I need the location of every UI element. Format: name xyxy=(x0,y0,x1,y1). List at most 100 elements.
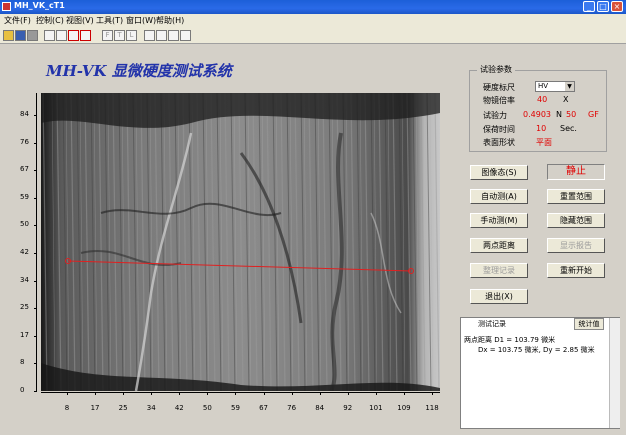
show-report-button[interactable]: 显示报告 xyxy=(547,238,605,253)
chart-icon[interactable] xyxy=(156,30,167,41)
x-tick-label: 17 xyxy=(90,404,100,412)
exit-button[interactable]: 退出(X) xyxy=(470,289,528,304)
hardness-label: 硬度标尺 xyxy=(483,83,515,92)
y-tick-mark xyxy=(34,197,37,199)
dwell-unit: Sec. xyxy=(560,124,577,133)
window-title: MH_VK_cT1 xyxy=(14,1,65,10)
record-line-2: Dx = 103.75 微米, Dy = 2.85 微米 xyxy=(478,346,595,354)
menu-tools[interactable]: 工具(T) xyxy=(96,15,123,26)
toolbar-t-button[interactable]: T xyxy=(114,30,125,41)
stats-button[interactable]: 统计值 xyxy=(574,318,604,330)
y-tick-label: 59 xyxy=(20,192,29,201)
toolbar: F T L xyxy=(0,27,626,44)
x-tick-mark xyxy=(67,392,68,395)
y-tick-mark xyxy=(34,391,37,392)
x-tick-label: 42 xyxy=(174,404,184,412)
force-gf-value: 50 xyxy=(566,110,577,119)
manual-measure-button[interactable]: 手动测(M) xyxy=(470,213,528,228)
app-title: MH-VK 显微硬度测试系统 xyxy=(46,62,232,80)
record-icon[interactable] xyxy=(68,30,79,41)
save-icon[interactable] xyxy=(15,30,26,41)
x-tick-mark xyxy=(263,392,265,395)
status-indicator: 静止 xyxy=(547,164,605,180)
restart-button[interactable]: 重新开始 xyxy=(547,263,605,278)
title-bar: MH_VK_cT1 _ □ × xyxy=(0,0,626,14)
x-tick-label: 109 xyxy=(397,404,411,412)
open-icon[interactable] xyxy=(3,30,14,41)
menu-help[interactable]: 帮助(H) xyxy=(156,15,184,26)
frame-icon[interactable] xyxy=(56,30,67,41)
toolbar-l-button[interactable]: L xyxy=(126,30,137,41)
menu-window[interactable]: 窗口(W) xyxy=(126,15,156,26)
reset-range-button[interactable]: 重置范围 xyxy=(547,189,605,204)
y-tick-label: 25 xyxy=(20,303,29,312)
y-tick-label: 42 xyxy=(20,248,29,256)
hide-range-button[interactable]: 隐藏范围 xyxy=(547,213,605,228)
y-tick-mark xyxy=(34,142,37,144)
toolbar-f-button[interactable]: F xyxy=(102,30,113,41)
magnification-unit: X xyxy=(563,95,569,104)
x-tick-mark xyxy=(235,392,237,395)
record-scrollbar[interactable] xyxy=(609,318,620,428)
x-tick-mark xyxy=(291,392,293,395)
edit-record-button[interactable]: 整理记录 xyxy=(470,263,528,278)
y-tick-label: 0 xyxy=(20,386,25,394)
y-tick-label: 50 xyxy=(20,220,29,229)
stop-icon[interactable] xyxy=(80,30,91,41)
hardness-select[interactable]: HV ▼ xyxy=(535,81,575,92)
params-title: 试验参数 xyxy=(477,64,515,75)
x-tick-label: 76 xyxy=(287,404,297,412)
y-tick-mark xyxy=(34,335,37,337)
specimen-view xyxy=(41,93,440,391)
close-icon[interactable]: × xyxy=(611,1,623,12)
menu-file[interactable]: 文件(F) xyxy=(4,15,31,26)
x-tick-label: 8 xyxy=(64,404,70,412)
y-tick-label: 84 xyxy=(20,110,29,118)
x-tick-mark xyxy=(179,392,181,395)
grid-icon[interactable] xyxy=(144,30,155,41)
x-tick-mark xyxy=(432,392,433,395)
menu-control[interactable]: 控制(C) xyxy=(36,15,64,26)
force-label: 试验力 xyxy=(483,111,507,120)
app-icon xyxy=(2,2,11,11)
x-tick-mark xyxy=(207,392,209,395)
x-tick-label: 50 xyxy=(202,404,212,412)
y-tick-mark xyxy=(34,225,37,227)
auto-measure-button[interactable]: 自动测(A) xyxy=(470,189,528,204)
x-tick-mark xyxy=(95,392,97,395)
microscope-image[interactable] xyxy=(41,93,440,391)
y-tick-mark xyxy=(34,308,37,310)
x-tick-label: 67 xyxy=(259,404,268,412)
menu-view[interactable]: 视图(V) xyxy=(66,15,94,26)
y-tick-mark xyxy=(34,170,37,172)
menu-bar: 文件(F) 控制(C) 视图(V) 工具(T) 窗口(W) 帮助(H) xyxy=(0,14,626,27)
print-icon[interactable] xyxy=(27,30,38,41)
image-state-button[interactable]: 图像态(S) xyxy=(470,165,528,180)
two-point-distance-button[interactable]: 两点距离 xyxy=(470,238,528,253)
dwell-value: 10 xyxy=(536,124,547,133)
y-tick-label: 17 xyxy=(20,330,29,339)
y-tick-label: 34 xyxy=(20,275,29,284)
y-tick-label: 8 xyxy=(20,358,25,367)
force-value: 0.4903 xyxy=(523,110,551,119)
force-gf-unit: GF xyxy=(588,110,599,119)
record-panel xyxy=(460,317,620,429)
x-tick-label: 92 xyxy=(343,404,353,412)
chevron-down-icon[interactable]: ▼ xyxy=(565,82,574,91)
dwell-label: 保荷时间 xyxy=(483,125,515,134)
x-tick-mark xyxy=(347,392,349,395)
record-line-1: 两点距离 D1 = 103.79 微米 xyxy=(464,336,556,344)
surface-label: 表面形状 xyxy=(483,138,515,147)
ruler-icon[interactable] xyxy=(168,30,179,41)
x-tick-label: 34 xyxy=(146,404,156,412)
force-unit: N xyxy=(556,110,562,119)
camera-icon[interactable] xyxy=(44,30,55,41)
minimize-icon[interactable]: _ xyxy=(583,1,595,12)
measure-icon[interactable] xyxy=(180,30,191,41)
maximize-icon[interactable]: □ xyxy=(597,1,609,12)
x-tick-label: 59 xyxy=(230,404,240,412)
hardness-value: HV xyxy=(538,82,549,90)
y-tick-mark xyxy=(34,253,37,254)
y-tick-mark xyxy=(34,280,37,282)
x-tick-mark xyxy=(123,392,125,395)
